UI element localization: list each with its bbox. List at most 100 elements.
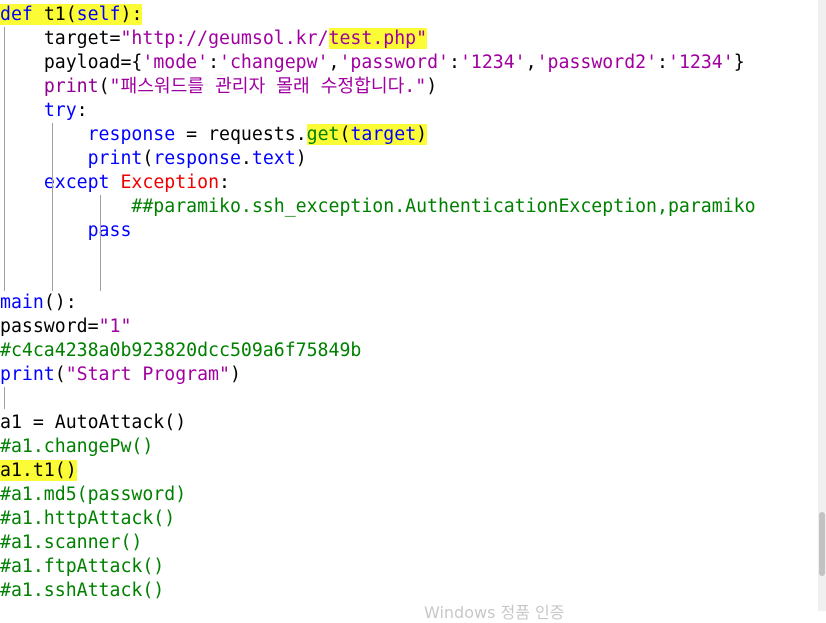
code-line[interactable]: try: <box>0 99 88 123</box>
code-token: , <box>328 52 340 73</box>
code-token: ( <box>65 4 77 25</box>
code-token: : <box>448 52 460 73</box>
code-token: #a1.sshAttack() <box>0 580 165 601</box>
code-token: "http://geumsol.kr/ <box>120 28 329 49</box>
code-line[interactable]: ##paramiko.ssh_exception.AuthenticationE… <box>0 195 756 219</box>
code-token: ) <box>54 292 66 313</box>
code-token: "패스워드를 관리자 몰래 수정합니다." <box>109 76 427 97</box>
code-token: = <box>87 316 99 337</box>
code-line[interactable]: main(): <box>0 291 77 315</box>
code-token: ##paramiko.ssh_exception.AuthenticationE… <box>131 196 756 217</box>
code-token: a1 <box>0 412 33 433</box>
code-token: : <box>131 4 143 25</box>
code-token: t1 <box>32 460 55 481</box>
code-line[interactable]: payload={'mode':'changepw','password':'1… <box>0 51 745 75</box>
code-token: " <box>416 28 428 49</box>
code-token: AutoAttack <box>43 412 165 433</box>
code-token: '1234' <box>668 52 734 73</box>
code-token: a1 <box>0 460 22 481</box>
highlight-mark: def t1(self): <box>0 4 143 25</box>
code-token: text <box>251 148 296 169</box>
code-token: 'changepw' <box>219 52 329 73</box>
code-token: #a1.httpAttack() <box>0 508 176 529</box>
code-token: : <box>208 52 220 73</box>
code-token: . <box>240 148 252 169</box>
code-token: 'password' <box>339 52 449 73</box>
code-line[interactable]: except Exception: <box>0 171 230 195</box>
code-token: = <box>120 52 132 73</box>
code-token: except <box>43 172 110 193</box>
code-token: ( <box>164 412 176 433</box>
code-token: target <box>350 124 417 145</box>
code-line[interactable]: #c4ca4238a0b923820dcc509a6f75849b <box>0 339 361 363</box>
code-line[interactable]: a1.t1() <box>0 459 77 483</box>
code-line[interactable]: a1 = AutoAttack() <box>0 411 186 435</box>
code-token: . <box>295 124 307 145</box>
code-token: ) <box>416 124 428 145</box>
windows-activation-watermark: Windows 정품 인증 <box>424 603 565 622</box>
code-line[interactable]: pass <box>0 219 132 243</box>
code-token: ) <box>295 148 307 169</box>
code-token: #a1.scanner() <box>0 532 143 553</box>
code-token: response <box>153 148 241 169</box>
code-token: #a1.md5(password) <box>0 484 187 505</box>
code-token: response <box>87 124 176 145</box>
code-token: ( <box>54 364 66 385</box>
code-line[interactable]: #a1.scanner() <box>0 531 142 555</box>
code-line[interactable]: #a1.sshAttack() <box>0 579 164 603</box>
code-editor[interactable]: def t1(self): target="http://geumsol.kr/… <box>0 0 818 611</box>
code-line[interactable]: print(response.text) <box>0 147 307 171</box>
code-token: password <box>0 316 88 337</box>
code-line[interactable]: print("Start Program") <box>0 363 241 387</box>
code-token: ( <box>142 148 154 169</box>
code-token: print <box>87 148 143 169</box>
indent-guide <box>100 195 101 291</box>
code-line[interactable]: def t1(self): <box>0 3 143 27</box>
code-line[interactable]: password="1" <box>0 315 131 339</box>
code-line[interactable]: response = requests.get(target) <box>0 123 428 147</box>
highlight-mark: test.php" <box>328 28 428 49</box>
code-line[interactable]: target="http://geumsol.kr/test.php" <box>0 27 428 51</box>
code-line[interactable]: #a1.changePw() <box>0 435 153 459</box>
code-token: : <box>65 292 77 313</box>
code-token: } <box>733 52 745 73</box>
code-token: ) <box>426 76 438 97</box>
code-token: pass <box>87 220 132 241</box>
highlight-mark: a1.t1() <box>0 460 77 481</box>
code-token: = <box>32 412 44 433</box>
code-token: 'mode' <box>142 52 209 73</box>
code-token: requests <box>197 124 296 145</box>
highlight-mark: get(target) <box>306 124 428 145</box>
code-token: payload <box>43 52 121 73</box>
code-line[interactable]: #a1.md5(password) <box>0 483 186 507</box>
code-token: #a1.changePw() <box>0 436 154 457</box>
code-token: ) <box>175 412 187 433</box>
code-token: ) <box>229 364 241 385</box>
code-line[interactable]: print("패스워드를 관리자 몰래 수정합니다.") <box>0 75 437 99</box>
code-token: { <box>131 52 143 73</box>
code-token: target <box>43 28 110 49</box>
code-line[interactable]: #a1.ftpAttack() <box>0 555 164 579</box>
scrollbar-thumb[interactable] <box>819 512 825 576</box>
code-token: main <box>0 292 44 313</box>
vertical-scrollbar[interactable] <box>818 0 826 611</box>
code-line[interactable]: #a1.httpAttack() <box>0 507 175 531</box>
code-token: ( <box>98 76 110 97</box>
code-token: #c4ca4238a0b923820dcc509a6f75849b <box>0 340 362 361</box>
code-token: : <box>76 100 88 121</box>
code-token: t1 <box>43 4 66 25</box>
code-token: 'password2' <box>536 52 658 73</box>
code-token: "Start Program" <box>65 364 230 385</box>
code-token: '1234' <box>459 52 526 73</box>
code-token: : <box>657 52 668 73</box>
code-token: ) <box>65 460 77 481</box>
code-token: = <box>186 124 198 145</box>
indent-guide <box>52 195 53 291</box>
